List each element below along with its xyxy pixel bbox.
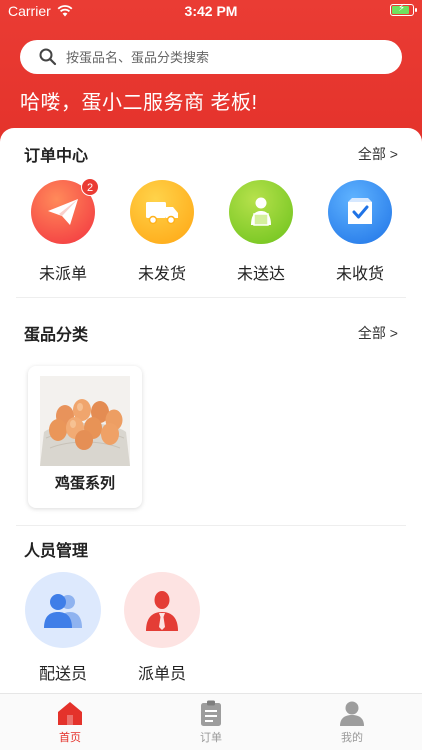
courier-package-icon: [229, 180, 293, 244]
order-item-label: 未发货: [137, 266, 186, 283]
tab-label: 我的: [341, 732, 363, 744]
tab-bar: 首页 订单 我的: [0, 693, 422, 750]
tab-mine[interactable]: 我的: [312, 700, 392, 745]
delivery-people-icon: [25, 572, 101, 648]
order-center-more-link[interactable]: 全部 >: [358, 144, 398, 164]
staff-title: 人员管理: [24, 543, 89, 560]
eggs-photo: [40, 376, 130, 466]
main-card: 订单中心 全部 > 2 未派单 未发货 未送达 未收货 蛋品分类 全部 > 鸡蛋…: [0, 128, 422, 693]
tab-home[interactable]: 首页: [30, 700, 110, 745]
order-item-label: 未收货: [335, 266, 384, 283]
order-center-title: 订单中心: [24, 148, 89, 165]
tab-label: 订单: [200, 732, 222, 744]
staff-header: 人员管理: [24, 537, 398, 561]
search-bar[interactable]: [20, 40, 402, 74]
order-item-label: 未派单: [38, 266, 87, 283]
staff-label: 配送员: [38, 666, 87, 683]
unread-badge: 2: [81, 178, 99, 196]
staff-item-couriers[interactable]: 配送员: [18, 572, 108, 684]
category-title: 蛋品分类: [24, 327, 89, 344]
battery-icon: ⚡: [390, 3, 417, 16]
category-label: 鸡蛋系列: [54, 475, 115, 492]
staff-item-dispatchers[interactable]: 派单员: [117, 572, 207, 684]
search-icon: [39, 48, 57, 66]
status-time: 3:42 PM: [184, 3, 238, 19]
order-item-label: 未送达: [236, 266, 285, 283]
user-icon: [340, 701, 364, 726]
box-check-icon: [328, 180, 392, 244]
tab-orders[interactable]: 订单: [171, 700, 251, 745]
home-icon: [58, 702, 82, 725]
staff-label: 派单员: [137, 666, 186, 683]
divider: [16, 297, 406, 298]
category-more-link[interactable]: 全部 >: [358, 323, 398, 343]
order-item-undelivered[interactable]: 未送达: [216, 180, 306, 284]
greeting-text: 哈喽，蛋小二服务商 老板!: [20, 92, 258, 114]
dispatcher-person-icon: [124, 572, 200, 648]
category-card-eggs[interactable]: 鸡蛋系列: [28, 366, 142, 508]
divider: [16, 525, 406, 526]
clipboard-icon: [201, 700, 221, 726]
order-item-undispatched[interactable]: 2 未派单: [18, 178, 108, 284]
paper-plane-icon: 2: [31, 178, 99, 244]
status-bar: Carrier 3:42 PM ⚡: [0, 0, 422, 24]
category-header: 蛋品分类 全部 >: [24, 321, 398, 345]
order-item-unshipped[interactable]: 未发货: [117, 180, 207, 284]
delivery-truck-icon: [130, 180, 194, 244]
search-input[interactable]: [66, 49, 402, 65]
order-center-header: 订单中心 全部 >: [24, 142, 398, 166]
tab-label: 首页: [59, 732, 81, 744]
order-item-unreceived[interactable]: 未收货: [315, 180, 405, 284]
